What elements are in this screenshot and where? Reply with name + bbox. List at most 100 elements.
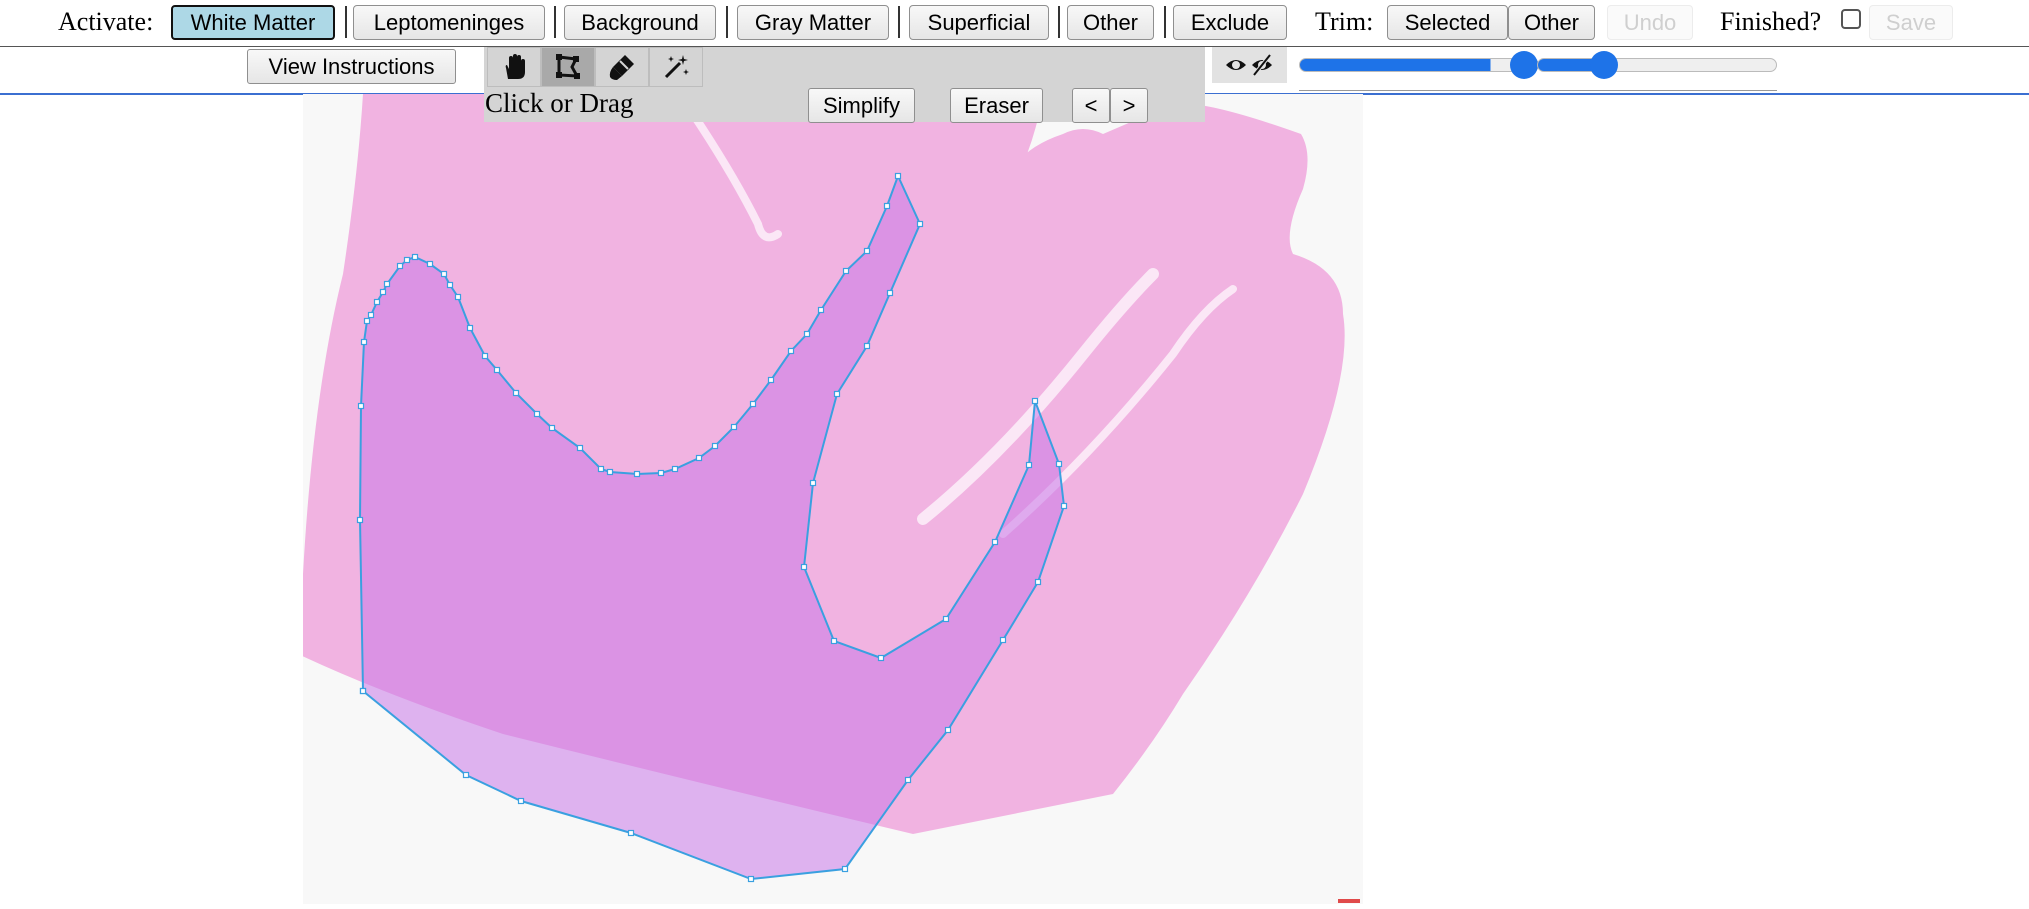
annotation-vertex-handle[interactable] [817, 306, 825, 314]
leptomeninges-button[interactable]: Leptomeninges [353, 5, 545, 40]
annotation-vertex-handle[interactable] [363, 317, 371, 325]
annotation-vertex-handle[interactable] [411, 253, 419, 261]
annotation-vertex-handle[interactable] [886, 289, 894, 297]
annotation-vertex-handle[interactable] [493, 366, 501, 374]
exclude-button[interactable]: Exclude [1173, 5, 1287, 40]
scale-marker [1338, 899, 1360, 903]
annotation-vertex-handle[interactable] [1025, 461, 1033, 469]
white-matter-button[interactable]: White Matter [171, 5, 335, 40]
annotation-vertex-handle[interactable] [711, 442, 719, 450]
annotation-vertex-handle[interactable] [1060, 502, 1068, 510]
annotation-vertex-handle[interactable] [512, 389, 520, 397]
trim-other-button[interactable]: Other [1508, 5, 1595, 40]
annotation-vertex-handle[interactable] [842, 267, 850, 275]
annotation-vertex-handle[interactable] [367, 311, 375, 319]
opacity-slider[interactable] [1299, 50, 1539, 80]
annotation-vertex-handle[interactable] [695, 454, 703, 462]
annotation-vertex-handle[interactable] [767, 376, 775, 384]
annotation-vertex-handle[interactable] [877, 654, 885, 662]
annotation-vertex-handle[interactable] [396, 262, 404, 270]
view-instructions-button[interactable]: View Instructions [247, 49, 456, 84]
superficial-button[interactable]: Superficial [909, 5, 1049, 40]
annotation-vertex-handle[interactable] [379, 288, 387, 296]
annotation-vertex-handle[interactable] [403, 256, 411, 264]
annotation-vertex-handle[interactable] [357, 402, 365, 410]
undo-button[interactable]: Undo [1607, 5, 1693, 40]
annotation-vertex-handle[interactable] [1055, 460, 1063, 468]
annotation-vertex-handle[interactable] [809, 479, 817, 487]
annotation-vertex-handle[interactable] [359, 687, 367, 695]
opacity-slider-thumb[interactable] [1510, 51, 1538, 79]
hand-pan-icon[interactable] [487, 47, 541, 87]
eye-toggle-icon[interactable] [1212, 47, 1287, 83]
annotation-vertex-handle[interactable] [800, 563, 808, 571]
slider-underline [1299, 90, 1777, 91]
annotation-vertex-handle[interactable] [533, 410, 541, 418]
annotation-vertex-handle[interactable] [548, 424, 556, 432]
magic-wand-icon[interactable] [649, 47, 703, 87]
annotation-vertex-handle[interactable] [657, 469, 665, 477]
annotation-vertex-handle[interactable] [787, 347, 795, 355]
annotation-vertex-handle[interactable] [356, 516, 364, 524]
brush-size-slider-track [1537, 58, 1777, 72]
annotation-vertex-handle[interactable] [373, 298, 381, 306]
annotation-vertex-handle[interactable] [517, 797, 525, 805]
separator [726, 6, 728, 38]
annotation-vertex-handle[interactable] [633, 470, 641, 478]
mode-label: Click or Drag [485, 88, 634, 118]
annotation-vertex-handle[interactable] [916, 220, 924, 228]
annotation-vertex-handle[interactable] [462, 771, 470, 779]
prev-button[interactable]: < [1072, 88, 1110, 123]
next-button[interactable]: > [1110, 88, 1148, 123]
annotation-vertex-handle[interactable] [1031, 397, 1039, 405]
brush-size-slider-thumb[interactable] [1590, 51, 1618, 79]
annotation-vertex-handle[interactable] [466, 324, 474, 332]
annotation-vertex-handle[interactable] [999, 636, 1007, 644]
annotation-vertex-handle[interactable] [627, 829, 635, 837]
background-button[interactable]: Background [564, 5, 716, 40]
polygon-draw-icon[interactable] [541, 47, 595, 87]
save-button[interactable]: Save [1869, 5, 1953, 40]
annotation-vertex-handle[interactable] [1034, 578, 1042, 586]
other-button[interactable]: Other [1067, 5, 1154, 40]
trim-selected-button[interactable]: Selected [1387, 5, 1508, 40]
annotation-vertex-handle[interactable] [863, 342, 871, 350]
slide-viewer[interactable] [298, 94, 1363, 904]
finished-checkbox[interactable] [1841, 9, 1861, 29]
slide-canvas[interactable] [298, 94, 1363, 904]
finished-label: Finished? [1720, 7, 1822, 36]
separator [1164, 6, 1166, 38]
annotation-vertex-handle[interactable] [883, 202, 891, 210]
annotation-vertex-handle[interactable] [730, 423, 738, 431]
annotation-vertex-handle[interactable] [360, 338, 368, 346]
annotation-vertex-handle[interactable] [991, 538, 999, 546]
annotation-vertex-handle[interactable] [863, 247, 871, 255]
brush-size-slider[interactable] [1537, 50, 1777, 80]
annotation-vertex-handle[interactable] [454, 293, 462, 301]
annotation-vertex-handle[interactable] [576, 444, 584, 452]
annotation-vertex-handle[interactable] [894, 172, 902, 180]
annotation-vertex-handle[interactable] [606, 468, 614, 476]
annotation-vertex-handle[interactable] [904, 776, 912, 784]
annotation-vertex-handle[interactable] [830, 637, 838, 645]
annotation-vertex-handle[interactable] [944, 726, 952, 734]
eraser-button[interactable]: Eraser [950, 88, 1043, 123]
annotation-vertex-handle[interactable] [597, 465, 605, 473]
annotation-vertex-handle[interactable] [446, 281, 454, 289]
brush-icon[interactable] [595, 47, 649, 87]
annotation-vertex-handle[interactable] [426, 260, 434, 268]
annotation-vertex-handle[interactable] [942, 615, 950, 623]
annotation-vertex-handle[interactable] [671, 465, 679, 473]
annotation-vertex-handle[interactable] [833, 390, 841, 398]
annotation-vertex-handle[interactable] [440, 270, 448, 278]
trim-label: Trim: [1315, 7, 1374, 36]
annotation-vertex-handle[interactable] [747, 875, 755, 883]
gray-matter-button[interactable]: Gray Matter [737, 5, 889, 40]
simplify-button[interactable]: Simplify [808, 88, 915, 123]
annotation-vertex-handle[interactable] [841, 865, 849, 873]
annotation-vertex-handle[interactable] [803, 330, 811, 338]
activate-label: Activate: [58, 7, 154, 36]
annotation-vertex-handle[interactable] [383, 280, 391, 288]
annotation-vertex-handle[interactable] [481, 352, 489, 360]
annotation-vertex-handle[interactable] [749, 400, 757, 408]
